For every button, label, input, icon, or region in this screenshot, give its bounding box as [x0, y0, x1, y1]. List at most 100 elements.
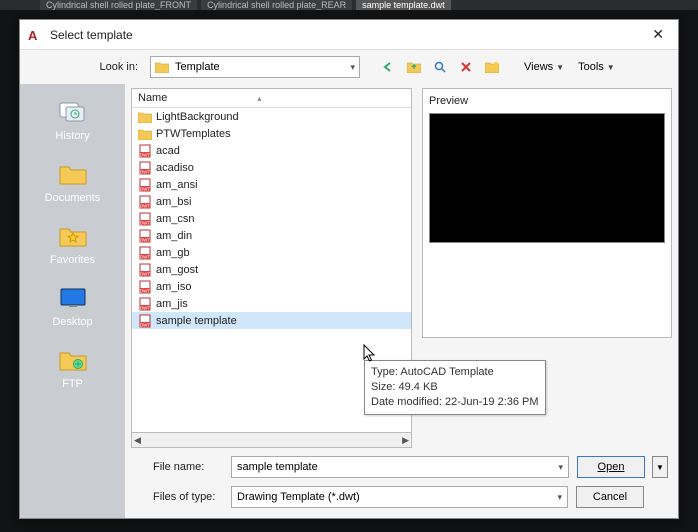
lookin-value: Template — [175, 61, 220, 73]
dwt-file-icon: DWT — [138, 178, 152, 192]
tab-active[interactable]: sample template.dwt — [356, 0, 451, 10]
file-name: acadiso — [156, 162, 194, 174]
list-item[interactable]: DWT am_bsi — [132, 193, 411, 210]
file-list-header[interactable]: Name ▴ — [132, 89, 411, 108]
dialog-title: Select template — [50, 28, 646, 42]
lookin-dropdown[interactable]: Template ▾ — [150, 56, 360, 78]
folder-icon — [138, 110, 152, 124]
preview-panel: Preview — [422, 88, 672, 338]
dwt-file-icon: DWT — [138, 144, 152, 158]
sort-asc-icon: ▴ — [257, 94, 261, 103]
dwt-file-icon: DWT — [138, 195, 152, 209]
open-button[interactable]: Open — [577, 456, 645, 478]
file-name: am_csn — [156, 213, 195, 225]
file-name: am_bsi — [156, 196, 191, 208]
scroll-right-icon[interactable]: ▶ — [402, 435, 409, 446]
svg-text:DWT: DWT — [140, 169, 150, 174]
tab[interactable]: Cylindrical shell rolled plate_REAR — [201, 0, 352, 10]
delete-button[interactable] — [456, 57, 476, 77]
dialog-toolbar: Look in: Template ▾ Views ▼ Tools ▼ — [20, 50, 678, 84]
svg-text:DWT: DWT — [140, 305, 150, 310]
filename-label: File name: — [153, 461, 223, 473]
back-button[interactable] — [378, 57, 398, 77]
up-folder-button[interactable] — [404, 57, 424, 77]
tooltip-date: Date modified: 22-Jun-19 2:36 PM — [371, 395, 539, 410]
list-item[interactable]: LightBackground — [132, 108, 411, 125]
folder-icon — [33, 158, 113, 190]
svg-text:DWT: DWT — [140, 203, 150, 208]
svg-text:DWT: DWT — [140, 152, 150, 157]
filename-input[interactable]: sample template ▾ — [231, 456, 569, 478]
tab[interactable]: Cylindrical shell rolled plate_FRONT — [40, 0, 197, 10]
file-name: PTWTemplates — [156, 128, 231, 140]
sidebar-item-label: Favorites — [33, 254, 113, 266]
column-name[interactable]: Name — [138, 92, 167, 104]
list-item[interactable]: DWTam_gb — [132, 244, 411, 261]
open-dropdown[interactable]: ▼ — [652, 456, 668, 478]
list-item[interactable]: DWT am_ansi — [132, 176, 411, 193]
desktop-icon — [33, 282, 113, 314]
chevron-down-icon: ▾ — [350, 62, 355, 73]
folder-icon — [155, 61, 169, 73]
history-icon — [33, 96, 113, 128]
list-item[interactable]: DWT am_csn — [132, 210, 411, 227]
file-name: am_gost — [156, 264, 198, 276]
list-item[interactable]: PTWTemplates — [132, 125, 411, 142]
sidebar-item-label: Documents — [33, 192, 113, 204]
sidebar-item-desktop[interactable]: Desktop — [33, 282, 113, 328]
chevron-down-icon: ▼ — [607, 63, 615, 72]
sidebar-item-label: Desktop — [33, 316, 113, 328]
list-item[interactable]: DWT am_gost — [132, 261, 411, 278]
tools-menu[interactable]: Tools ▼ — [574, 61, 619, 73]
chevron-down-icon: ▾ — [557, 492, 562, 503]
document-tabs: Cylindrical shell rolled plate_FRONT Cyl… — [0, 0, 698, 10]
views-menu[interactable]: Views ▼ — [520, 61, 568, 73]
horizontal-scrollbar[interactable]: ◀ ▶ — [131, 433, 412, 448]
dialog-footer: File name: sample template ▾ Open ▼ File… — [125, 448, 678, 518]
sidebar-item-label: FTP — [33, 378, 113, 390]
svg-text:DWT: DWT — [140, 322, 150, 327]
preview-label: Preview — [429, 95, 665, 107]
file-name: LightBackground — [156, 111, 239, 123]
svg-text:DWT: DWT — [140, 237, 150, 242]
new-folder-button[interactable] — [482, 57, 502, 77]
svg-text:DWT: DWT — [140, 254, 150, 259]
sidebar-item-documents[interactable]: Documents — [33, 158, 113, 204]
filetype-dropdown[interactable]: Drawing Template (*.dwt) ▾ — [231, 486, 568, 508]
dwt-file-icon: DWT — [138, 212, 152, 226]
scroll-left-icon[interactable]: ◀ — [134, 435, 141, 446]
list-item[interactable]: DWT acad — [132, 142, 411, 159]
svg-text:DWT: DWT — [140, 271, 150, 276]
file-name: am_iso — [156, 281, 191, 293]
folder-icon — [138, 127, 152, 141]
chevron-down-icon: ▼ — [556, 63, 564, 72]
star-folder-icon — [33, 220, 113, 252]
list-item[interactable]: DWTsample template — [132, 312, 411, 329]
file-name: acad — [156, 145, 180, 157]
cancel-button[interactable]: Cancel — [576, 486, 644, 508]
dwt-file-icon: DWT — [138, 263, 152, 277]
dialog-titlebar: A Select template ✕ — [20, 20, 678, 50]
dwt-file-icon: DWT — [138, 280, 152, 294]
search-button[interactable] — [430, 57, 450, 77]
list-item[interactable]: DWT am_din — [132, 227, 411, 244]
close-button[interactable]: ✕ — [646, 24, 670, 45]
sidebar-item-favorites[interactable]: Favorites — [33, 220, 113, 266]
dwt-file-icon: DWT — [138, 314, 152, 328]
autocad-logo-icon: A — [28, 28, 42, 42]
dwt-file-icon: DWT — [138, 161, 152, 175]
file-name: am_ansi — [156, 179, 198, 191]
dwt-file-icon: DWT — [138, 297, 152, 311]
select-template-dialog: A Select template ✕ Look in: Template ▾ … — [19, 19, 679, 519]
file-name: am_din — [156, 230, 192, 242]
tooltip-type: Type: AutoCAD Template — [371, 365, 539, 380]
sidebar-item-history[interactable]: History — [33, 96, 113, 142]
places-sidebar: History Documents Favorites Desktop FTP — [20, 84, 125, 518]
sidebar-item-ftp[interactable]: FTP — [33, 344, 113, 390]
list-item[interactable]: DWT am_iso — [132, 278, 411, 295]
list-item[interactable]: DWTam_jis — [132, 295, 411, 312]
list-item[interactable]: DWT acadiso — [132, 159, 411, 176]
chevron-down-icon: ▾ — [558, 462, 563, 473]
dwt-file-icon: DWT — [138, 229, 152, 243]
preview-canvas — [429, 113, 665, 243]
